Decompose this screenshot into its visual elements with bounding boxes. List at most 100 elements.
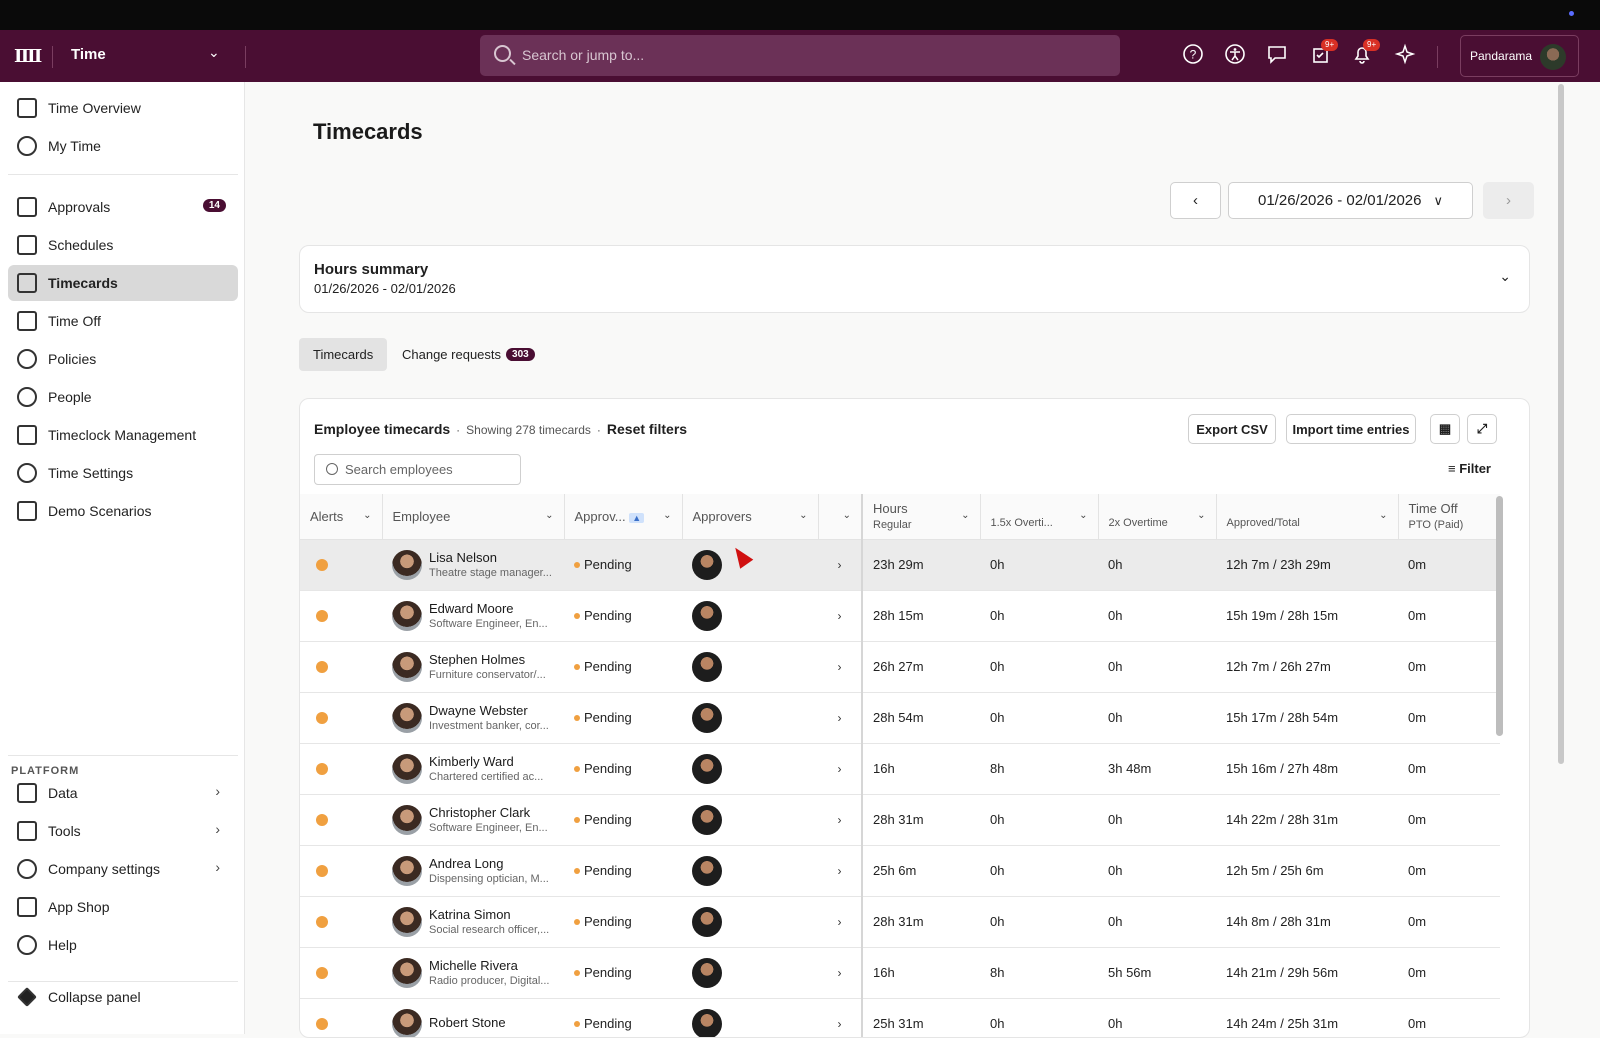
col-expand[interactable]: ⌄ (818, 494, 862, 539)
table-row[interactable]: Katrina SimonSocial research officer,...… (300, 896, 1500, 947)
avatar[interactable] (692, 958, 722, 988)
chevron-right-icon[interactable]: › (818, 539, 862, 590)
employee-cell[interactable]: Lisa NelsonTheatre stage manager... (382, 539, 564, 590)
chevron-down-icon[interactable]: ⌄ (663, 510, 671, 521)
sidebar-item-time-off[interactable]: Time Off (8, 303, 238, 339)
avatar[interactable] (692, 703, 722, 733)
sidebar-item-people[interactable]: People (8, 379, 238, 415)
table-row[interactable]: Dwayne WebsterInvestment banker, cor...P… (300, 692, 1500, 743)
sidebar-item-timecards[interactable]: Timecards (8, 265, 238, 301)
avatar[interactable] (692, 907, 722, 937)
expand-button[interactable]: ⤢ (1467, 414, 1497, 444)
sidebar-item-timeclock-management[interactable]: Timeclock Management (8, 417, 238, 453)
chevron-right-icon[interactable]: › (818, 845, 862, 896)
chevron-right-icon[interactable]: › (818, 947, 862, 998)
next-period-button[interactable]: › (1483, 182, 1534, 219)
employee-name[interactable]: Dwayne Webster (429, 703, 554, 718)
sidebar-item-help[interactable]: Help (8, 927, 238, 963)
chevron-down-icon[interactable]: ⌄ (799, 510, 807, 521)
chevron-down-icon[interactable]: ⌄ (1079, 510, 1087, 521)
col-ot-2x[interactable]: 2x Overtime⌄ (1098, 494, 1216, 539)
table-row[interactable]: Robert StonePending›25h 31m0h0h14h 24m /… (300, 998, 1500, 1038)
sidebar-item-tools[interactable]: Tools› (8, 813, 238, 849)
chevron-down-icon[interactable]: ⌄ (208, 44, 220, 61)
col-alerts[interactable]: Alerts⌄ (300, 494, 382, 539)
avatar[interactable] (692, 652, 722, 682)
employee-name[interactable]: Katrina Simon (429, 907, 554, 922)
avatar[interactable] (692, 856, 722, 886)
col-hours-regular[interactable]: HoursRegular⌄ (862, 494, 980, 539)
table-scrollbar[interactable] (1496, 496, 1503, 736)
chevron-right-icon[interactable]: › (818, 896, 862, 947)
sidebar-item-demo-scenarios[interactable]: Demo Scenarios (8, 493, 238, 529)
chevron-right-icon[interactable]: › (818, 692, 862, 743)
previous-period-button[interactable]: ‹ (1170, 182, 1221, 219)
bell-icon[interactable]: 9+ (1349, 43, 1375, 69)
chevron-down-icon[interactable]: ⌄ (545, 510, 553, 521)
chevron-right-icon[interactable]: › (818, 590, 862, 641)
table-row[interactable]: Christopher ClarkSoftware Engineer, En..… (300, 794, 1500, 845)
sort-asc-icon[interactable]: ▲ (629, 513, 644, 523)
export-csv-button[interactable]: Export CSV (1188, 414, 1276, 444)
app-switcher-label[interactable]: Time (71, 46, 106, 63)
chevron-right-icon[interactable]: › (818, 641, 862, 692)
sidebar-item-company-settings[interactable]: Company settings› (8, 851, 238, 887)
tab-change-requests[interactable]: Change requests303 (388, 338, 549, 371)
tasks-icon[interactable]: 9+ (1307, 43, 1333, 69)
global-search-input[interactable]: Search or jump to... (480, 35, 1120, 76)
avatar[interactable] (692, 601, 722, 631)
employee-cell[interactable]: Andrea LongDispensing optician, M... (382, 845, 564, 896)
col-approved-total[interactable]: Approved/Total⌄ (1216, 494, 1398, 539)
tab-timecards[interactable]: Timecards (299, 338, 387, 371)
avatar[interactable] (692, 805, 722, 835)
table-row[interactable]: Edward MooreSoftware Engineer, En...Pend… (300, 590, 1500, 641)
employee-cell[interactable]: Edward MooreSoftware Engineer, En... (382, 590, 564, 641)
col-approvers[interactable]: Approvers⌄ (682, 494, 818, 539)
employee-name[interactable]: Kimberly Ward (429, 754, 554, 769)
sidebar-item-time-settings[interactable]: Time Settings (8, 455, 238, 491)
filter-button[interactable]: ≡ Filter (1448, 461, 1491, 476)
sidebar-item-my-time[interactable]: My Time (8, 128, 238, 164)
user-menu-button[interactable]: Pandarama (1460, 35, 1579, 77)
search-employees-input[interactable]: Search employees (314, 454, 521, 485)
table-row[interactable]: Kimberly WardChartered certified ac...Pe… (300, 743, 1500, 794)
employee-cell[interactable]: Kimberly WardChartered certified ac... (382, 743, 564, 794)
table-row[interactable]: Stephen HolmesFurniture conservator/...P… (300, 641, 1500, 692)
chevron-down-icon[interactable]: ⌄ (1379, 510, 1387, 521)
sidebar-item-schedules[interactable]: Schedules (8, 227, 238, 263)
employee-cell[interactable]: Michelle RiveraRadio producer, Digital..… (382, 947, 564, 998)
import-time-entries-button[interactable]: Import time entries (1286, 414, 1416, 444)
employee-name[interactable]: Lisa Nelson (429, 550, 554, 565)
page-scrollbar[interactable] (1558, 84, 1564, 764)
employee-name[interactable]: Edward Moore (429, 601, 554, 616)
accessibility-icon[interactable] (1222, 43, 1248, 69)
table-row[interactable]: Andrea LongDispensing optician, M...Pend… (300, 845, 1500, 896)
reset-filters-link[interactable]: Reset filters (607, 421, 687, 437)
help-icon[interactable]: ? (1180, 43, 1206, 69)
col-time-off[interactable]: Time OffPTO (Paid) (1398, 494, 1500, 539)
table-row[interactable]: Michelle RiveraRadio producer, Digital..… (300, 947, 1500, 998)
sidebar-item-time-overview[interactable]: Time Overview (8, 90, 238, 126)
chevron-right-icon[interactable]: › (818, 794, 862, 845)
sidebar-item-approvals[interactable]: Approvals14 (8, 189, 238, 225)
chevron-down-icon[interactable]: ⌄ (1499, 268, 1511, 285)
employee-cell[interactable]: Dwayne WebsterInvestment banker, cor... (382, 692, 564, 743)
employee-name[interactable]: Andrea Long (429, 856, 554, 871)
chevron-down-icon[interactable]: ⌄ (961, 510, 969, 521)
sidebar-item-data[interactable]: Data› (8, 775, 238, 811)
chevron-down-icon[interactable]: ⌄ (1197, 510, 1205, 521)
chevron-down-icon[interactable]: ⌄ (363, 510, 371, 521)
employee-cell[interactable]: Robert Stone (382, 998, 564, 1038)
hours-summary-card[interactable]: Hours summary 01/26/2026 - 02/01/2026 ⌄ (299, 245, 1530, 313)
col-employee[interactable]: Employee⌄ (382, 494, 564, 539)
employee-name[interactable]: Robert Stone (429, 1015, 554, 1030)
employee-name[interactable]: Christopher Clark (429, 805, 554, 820)
date-range-picker[interactable]: 01/26/2026 - 02/01/2026∨ (1228, 182, 1473, 219)
table-row[interactable]: Lisa NelsonTheatre stage manager...Pendi… (300, 539, 1500, 590)
employee-name[interactable]: Michelle Rivera (429, 958, 554, 973)
chat-icon[interactable] (1264, 43, 1290, 69)
column-settings-button[interactable]: ▦ (1430, 414, 1460, 444)
avatar[interactable] (692, 754, 722, 784)
chevron-right-icon[interactable]: › (818, 743, 862, 794)
sparkle-ai-icon[interactable] (1392, 43, 1418, 69)
